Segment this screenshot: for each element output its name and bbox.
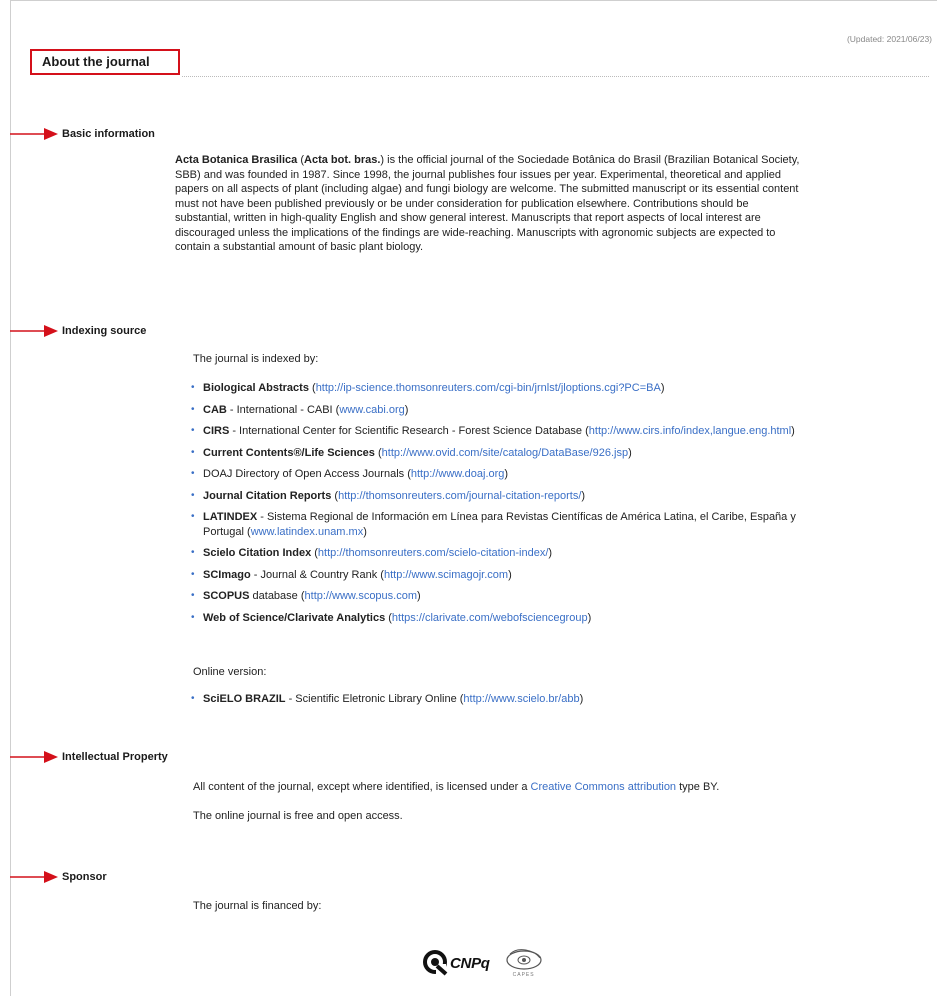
capes-emblem-icon: [506, 949, 542, 970]
section-head-sponsor: Sponsor: [10, 870, 107, 884]
sponsor-logos: CNPq CAPES: [422, 948, 544, 978]
index-link[interactable]: http://thomsonreuters.com/scielo-citatio…: [318, 547, 549, 559]
list-item: DOAJ Directory of Open Access Journals (…: [191, 467, 811, 482]
basic-info-body: ) is the official journal of the Socieda…: [175, 154, 800, 253]
list-item: Biological Abstracts (http://ip-science.…: [191, 381, 811, 396]
list-item: CAB - International - CABI (www.cabi.org…: [191, 403, 811, 418]
section-label-basic: Basic information: [62, 128, 155, 140]
license-type: type BY.: [676, 781, 720, 793]
cnpq-logo[interactable]: CNPq: [422, 950, 490, 976]
section-label-indexing: Indexing source: [62, 325, 147, 337]
item-name: SciELO BRAZIL: [203, 693, 286, 705]
item-text: (: [385, 611, 392, 624]
item-name: CAB: [203, 403, 227, 416]
index-link[interactable]: http://www.cirs.info/index,langue.eng.ht…: [589, 425, 791, 437]
cnpq-wordmark: CNPq: [450, 954, 490, 972]
index-link[interactable]: https://clarivate.com/webofsciencegroup: [392, 612, 588, 624]
list-item: Web of Science/Clarivate Analytics (http…: [191, 611, 811, 626]
item-name: Biological Abstracts: [203, 382, 309, 394]
item-name: LATINDEX: [203, 511, 258, 523]
item-text: (: [374, 446, 382, 459]
item-close: ): [508, 568, 512, 581]
item-close: ): [417, 590, 421, 602]
list-item: SCOPUS database (http://www.scopus.com): [191, 589, 811, 604]
capes-logo[interactable]: CAPES: [504, 948, 544, 978]
online-version-label: Online version:: [193, 666, 267, 678]
item-name: Current Contents®/Life Sciences: [203, 446, 375, 459]
sponsor-intro: The journal is financed by:: [193, 900, 322, 912]
item-name: SCOPUS: [203, 590, 250, 602]
page-title: About the journal: [30, 49, 180, 75]
item-text: - International Center for Scientific Re…: [229, 425, 589, 437]
creative-commons-link[interactable]: Creative Commons attribution: [531, 781, 677, 793]
red-arrow-icon: [10, 870, 62, 884]
index-link[interactable]: http://www.ovid.com/site/catalog/DataBas…: [382, 447, 628, 459]
index-link[interactable]: http://ip-science.thomsonreuters.com/cgi…: [316, 382, 661, 394]
item-close: ): [791, 425, 795, 437]
item-close: ): [363, 525, 367, 538]
item-name: Journal Citation Reports: [203, 489, 332, 502]
item-text: database (: [249, 590, 305, 602]
list-item: SciELO BRAZIL - Scientific Eletronic Lib…: [191, 692, 811, 707]
red-arrow-icon: [10, 324, 62, 338]
list-item: Current Contents®/Life Sciences (http://…: [191, 446, 811, 461]
index-link[interactable]: http://www.doaj.org: [411, 468, 505, 480]
section-head-indexing: Indexing source: [10, 324, 146, 338]
item-name: DOAJ: [203, 468, 233, 480]
abbr-open: (: [297, 154, 305, 166]
item-text: - International - CABI (: [226, 403, 340, 416]
item-text: (: [311, 547, 318, 559]
section-head-basic: Basic information: [10, 127, 155, 141]
section-label-sponsor: Sponsor: [62, 871, 107, 883]
capes-wordmark: CAPES: [512, 972, 535, 978]
item-text: - Journal & Country Rank (: [250, 568, 384, 581]
list-item: SCImago - Journal & Country Rank (http:/…: [191, 568, 811, 583]
section-label-ip: Intellectual Property: [62, 751, 168, 763]
indexing-intro: The journal is indexed by:: [193, 353, 319, 365]
item-close: ): [504, 468, 509, 480]
index-link[interactable]: www.cabi.org: [339, 404, 404, 416]
item-name: CIRS: [203, 425, 230, 437]
item-close: ): [548, 547, 553, 559]
item-close: ): [579, 693, 584, 705]
updated-date: (Updated: 2021/06/23): [846, 34, 932, 44]
index-link[interactable]: http://www.scielo.br/abb: [463, 693, 579, 705]
list-item: Scielo Citation Index (http://thomsonreu…: [191, 546, 811, 561]
item-name: Scielo Citation Index: [203, 547, 312, 559]
indexing-list: Biological Abstracts (http://ip-science.…: [191, 381, 811, 632]
license-text: All content of the journal, except where…: [193, 781, 531, 793]
index-link[interactable]: http://www.scopus.com: [305, 590, 418, 602]
cnpq-emblem-icon: [423, 950, 448, 976]
section-head-ip: Intellectual Property: [10, 750, 168, 764]
item-close: ): [404, 403, 409, 416]
journal-abbr: Acta bot. bras.: [304, 154, 381, 166]
ip-license-line: All content of the journal, except where…: [193, 780, 719, 794]
item-text: (: [308, 382, 316, 394]
item-name: SCImago: [203, 568, 251, 581]
ip-open-access-line: The online journal is free and open acce…: [193, 810, 403, 822]
item-close: ): [581, 489, 586, 502]
red-arrow-icon: [10, 127, 62, 141]
list-item: CIRS - International Center for Scientif…: [191, 424, 811, 439]
item-text: - Scientific Eletronic Library Online (: [285, 693, 464, 705]
item-text: Directory of Open Access Journals (: [232, 468, 411, 480]
item-name: Web of Science/Clarivate Analytics: [203, 611, 386, 624]
item-close: ): [587, 611, 592, 624]
journal-name: Acta Botanica Brasilica: [175, 154, 298, 166]
item-close: ): [628, 446, 632, 459]
online-version-list: SciELO BRAZIL - Scientific Eletronic Lib…: [191, 692, 811, 714]
item-close: ): [660, 382, 665, 394]
basic-info-paragraph: Acta Botanica Brasilica (Acta bot. bras.…: [175, 153, 805, 255]
red-arrow-icon: [10, 750, 62, 764]
index-link[interactable]: http://thomsonreuters.com/journal-citati…: [338, 490, 581, 502]
list-item: Journal Citation Reports (http://thomson…: [191, 489, 811, 504]
index-link[interactable]: www.latindex.unam.mx: [251, 526, 364, 538]
title-divider: [182, 76, 929, 77]
list-item: LATINDEX - Sistema Regional de Informaci…: [191, 510, 811, 539]
index-link[interactable]: http://www.scimagojr.com: [384, 569, 508, 581]
